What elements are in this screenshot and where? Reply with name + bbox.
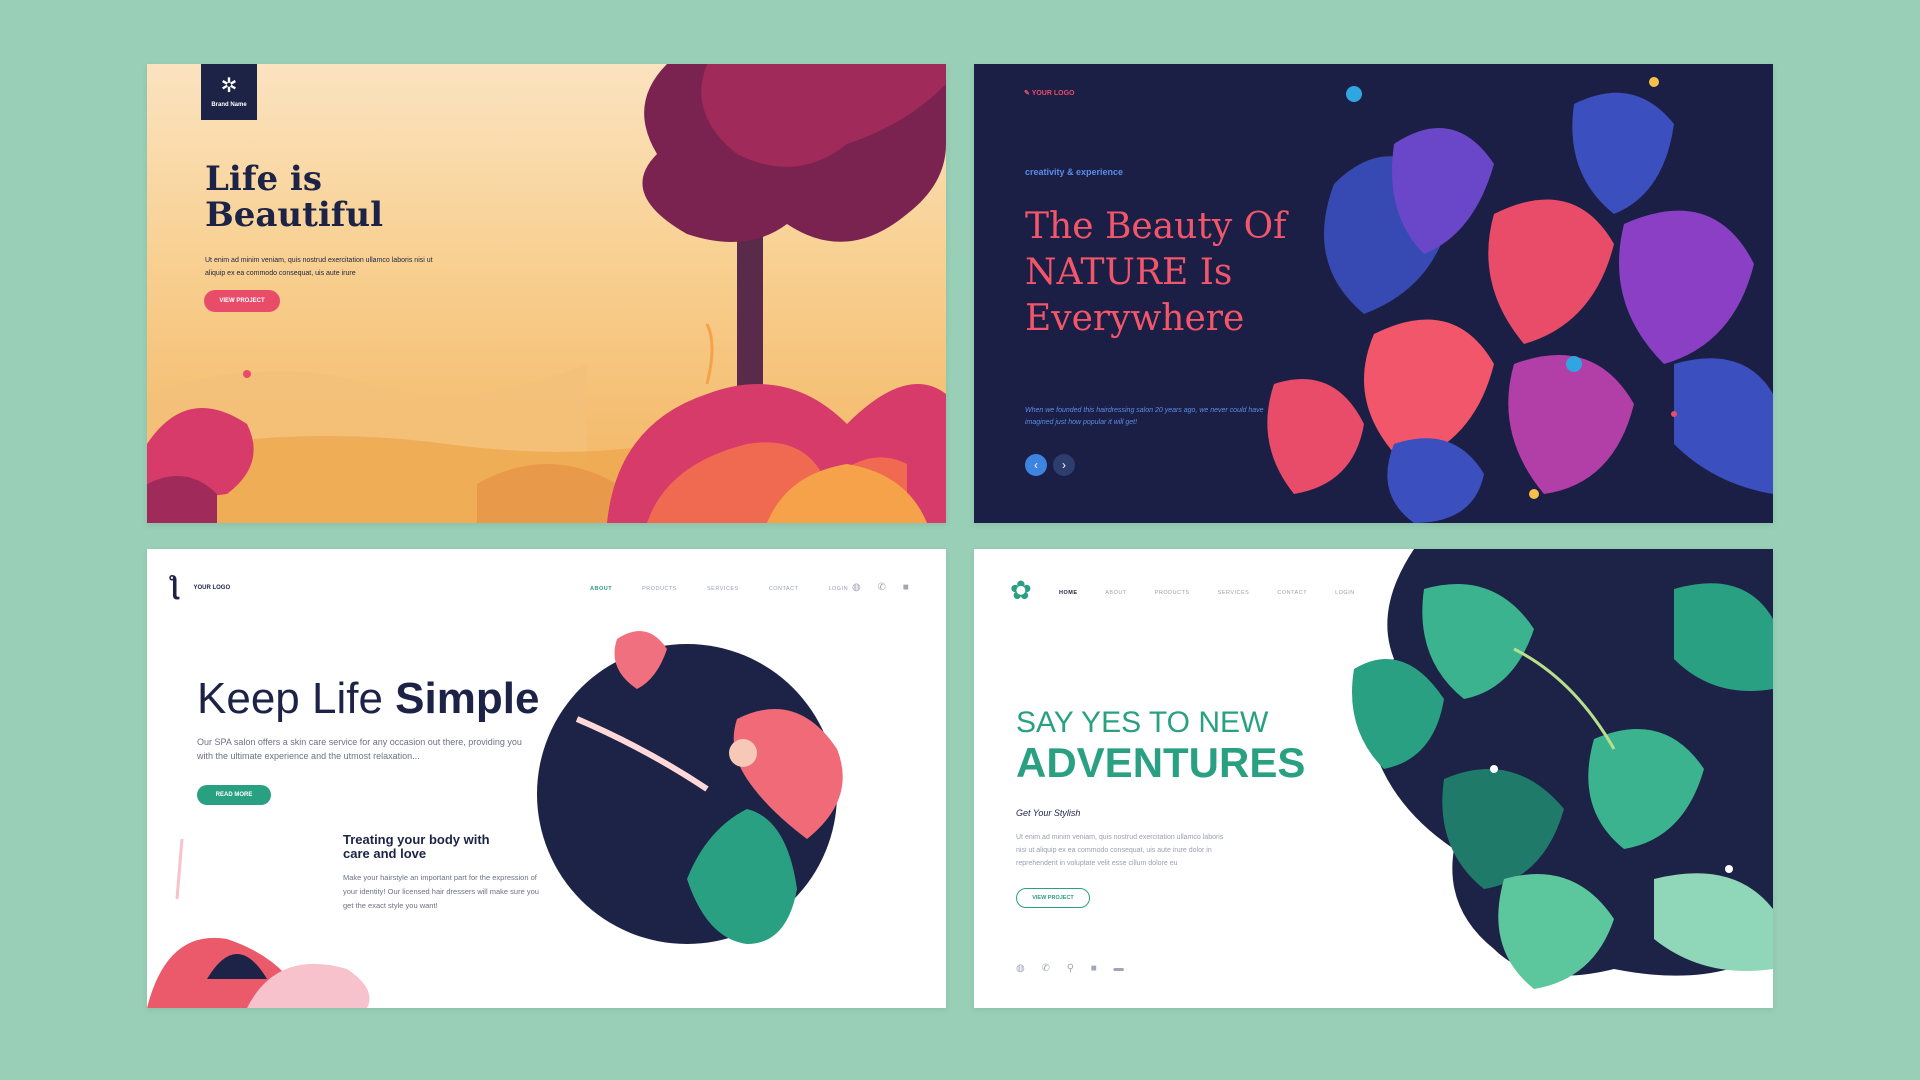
nav-login[interactable]: LOGIN xyxy=(1335,590,1355,596)
hero-title: Keep Life Simple xyxy=(197,674,539,724)
hero-body: Ut enim ad minim veniam, quis nostrud ex… xyxy=(1016,834,1224,867)
nav-products[interactable]: PRODUCTS xyxy=(642,586,677,592)
kicker-text: creativity & experience xyxy=(1025,167,1124,177)
phone-icon[interactable]: ✆ xyxy=(878,582,886,593)
globe-icon[interactable]: ◍ xyxy=(852,582,861,593)
hero-title-big: ADVENTURES xyxy=(1016,739,1306,786)
card-life-is-beautiful: ✲ Brand Name Life is Beautiful Ut enim a… xyxy=(147,64,946,523)
logo-text: YOUR LOGO xyxy=(193,585,231,591)
flower-logo-icon[interactable]: ✿ xyxy=(1010,575,1032,606)
video-icon[interactable]: ■ xyxy=(903,582,909,593)
chevron-left-icon: ‹ xyxy=(1034,458,1038,472)
brand-logo[interactable]: ƪ YOUR LOGO xyxy=(169,571,230,599)
prev-slide-button[interactable]: ‹ xyxy=(1025,454,1047,476)
section-title: Treating your body with care and love xyxy=(343,832,490,861)
brand-logo[interactable]: ✲ Brand Name xyxy=(201,64,257,120)
top-nav: ABOUT PRODUCTS SERVICES CONTACT LOGIN xyxy=(590,586,876,592)
chat-icon[interactable]: ▬ xyxy=(1114,963,1124,974)
chevron-right-icon: › xyxy=(1062,458,1066,472)
card-say-yes: ✿ HOME ABOUT PRODUCTS SERVICES CONTACT L… xyxy=(974,549,1773,1008)
globe-icon[interactable]: ◍ xyxy=(1016,963,1025,974)
x-flower-icon: ✲ xyxy=(220,75,238,97)
contact-icons: ◍ ✆ ■ xyxy=(852,582,923,593)
nav-about[interactable]: ABOUT xyxy=(590,586,612,592)
hero-title: The Beauty Of NATURE Is Everywhere xyxy=(1025,206,1287,339)
nav-home[interactable]: HOME xyxy=(1059,590,1078,596)
section-body: Make your hairstyle an important part fo… xyxy=(343,873,539,910)
woman-illustration xyxy=(147,631,843,1008)
brand-logo[interactable]: ✎ YOUR LOGO xyxy=(1024,89,1074,97)
logo-text: YOUR LOGO xyxy=(1031,90,1075,97)
card-keep-life-simple: ƪ YOUR LOGO ABOUT PRODUCTS SERVICES CONT… xyxy=(147,549,946,1008)
nav-about[interactable]: ABOUT xyxy=(1105,590,1126,596)
tagline: Get Your Stylish xyxy=(1016,808,1081,818)
hero-body: Our SPA salon offers a skin care service… xyxy=(197,737,522,761)
hero-body: When we founded this hairdressing salon … xyxy=(1025,407,1264,426)
nav-contact[interactable]: CONTACT xyxy=(1277,590,1307,596)
read-more-button[interactable]: READ MORE xyxy=(197,785,271,805)
nav-services[interactable]: SERVICES xyxy=(707,586,739,592)
top-nav: HOME ABOUT PRODUCTS SERVICES CONTACT LOG… xyxy=(1059,590,1381,596)
contact-icons: ◍ ✆ ⚲ ■ ▬ xyxy=(1016,963,1138,974)
hero-title-bold: Simple xyxy=(395,674,540,723)
pin-icon[interactable]: ⚲ xyxy=(1067,963,1074,974)
video-icon[interactable]: ■ xyxy=(1091,963,1097,974)
nav-services[interactable]: SERVICES xyxy=(1218,590,1250,596)
nav-contact[interactable]: CONTACT xyxy=(769,586,799,592)
next-slide-button[interactable]: › xyxy=(1053,454,1075,476)
nav-products[interactable]: PRODUCTS xyxy=(1155,590,1190,596)
hero-title: Life is Beautiful xyxy=(205,159,384,235)
view-project-button[interactable]: VIEW PROJECT xyxy=(1016,888,1090,908)
view-project-button[interactable]: VIEW PROJECT xyxy=(204,290,280,312)
phone-icon[interactable]: ✆ xyxy=(1042,963,1050,974)
hero-title-small: SAY YES TO NEW xyxy=(1016,706,1269,739)
swan-logo-icon: ƪ xyxy=(169,570,179,600)
hero-body: Ut enim ad minim veniam, quis nostrud ex… xyxy=(205,257,433,277)
nav-login[interactable]: LOGIN xyxy=(828,586,848,592)
brand-name: Brand Name xyxy=(211,102,247,108)
card-beauty-of-nature: ✎ YOUR LOGO creativity & experience The … xyxy=(974,64,1773,523)
hero-title-light: Keep Life xyxy=(197,674,396,723)
